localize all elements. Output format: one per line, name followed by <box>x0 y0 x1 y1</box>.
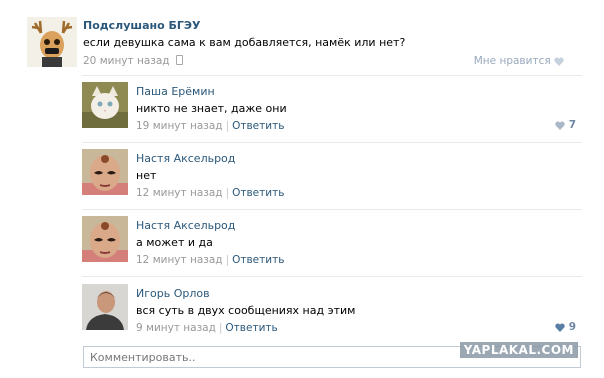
comment: Настя Аксельрод а может и да 12 минут на… <box>75 216 585 282</box>
mobile-icon <box>175 55 183 65</box>
heart-icon <box>555 121 566 130</box>
comment: Игорь Орлов вся суть в двух сообщениях н… <box>75 284 585 350</box>
heart-icon <box>555 323 566 332</box>
commenter-name[interactable]: Паша Ерёмин <box>136 85 215 98</box>
comment: Настя Аксельрод нет 12 минут назад | Ответ… <box>75 149 585 215</box>
post-like[interactable]: Мне нравится <box>474 55 564 67</box>
comment-meta: 19 минут назад | Ответить <box>136 120 285 132</box>
commenter-name[interactable]: Настя Аксельрод <box>136 152 235 165</box>
comment-time[interactable]: 9 минут назад <box>136 322 216 334</box>
comment-text: нет <box>136 169 157 182</box>
commenter-avatar[interactable] <box>82 82 128 128</box>
reply-link[interactable]: Ответить <box>232 187 284 199</box>
comment-like[interactable]: 7 <box>555 119 576 131</box>
post-time[interactable]: 20 минут назад <box>83 55 170 67</box>
post-meta: 20 минут назад <box>83 55 183 67</box>
divider <box>82 142 582 143</box>
watermark: YAPLAKAL.COM <box>459 342 578 358</box>
commenter-name[interactable]: Игорь Орлов <box>136 287 210 300</box>
post-text: если девушка сама к вам добавляется, нам… <box>83 36 406 49</box>
comment-like[interactable]: 9 <box>555 321 576 333</box>
heart-icon <box>554 57 564 66</box>
commenter-avatar[interactable] <box>82 284 128 330</box>
comment: Паша Ерёмин никто не знает, даже они 19 … <box>75 82 585 148</box>
comment-time[interactable]: 12 минут назад <box>136 187 223 199</box>
comment-meta: 12 минут назад | Ответить <box>136 254 285 266</box>
like-count: 7 <box>568 119 576 131</box>
comment-meta: 9 минут назад | Ответить <box>136 322 278 334</box>
comment-meta: 12 минут назад | Ответить <box>136 187 285 199</box>
commenter-name[interactable]: Настя Аксельрод <box>136 219 235 232</box>
divider <box>82 276 582 277</box>
reply-link[interactable]: Ответить <box>232 120 284 132</box>
commenter-avatar[interactable] <box>82 149 128 195</box>
commenter-avatar[interactable] <box>82 216 128 262</box>
divider <box>82 75 582 76</box>
comment-time[interactable]: 19 минут назад <box>136 120 223 132</box>
comment-text: вся суть в двух сообщениях над этим <box>136 304 356 317</box>
like-count: 9 <box>568 321 576 333</box>
comment-time[interactable]: 12 минут назад <box>136 254 223 266</box>
comment-text: никто не знает, даже они <box>136 102 287 115</box>
reply-link[interactable]: Ответить <box>232 254 284 266</box>
wall-post: Подслушано БГЭУ если девушка сама к вам … <box>0 0 604 378</box>
divider <box>82 209 582 210</box>
reply-link[interactable]: Ответить <box>225 322 277 334</box>
group-avatar[interactable] <box>27 17 77 67</box>
post-author[interactable]: Подслушано БГЭУ <box>83 19 200 32</box>
post-like-label: Мне нравится <box>473 55 551 67</box>
comment-text: а может и да <box>136 236 213 249</box>
